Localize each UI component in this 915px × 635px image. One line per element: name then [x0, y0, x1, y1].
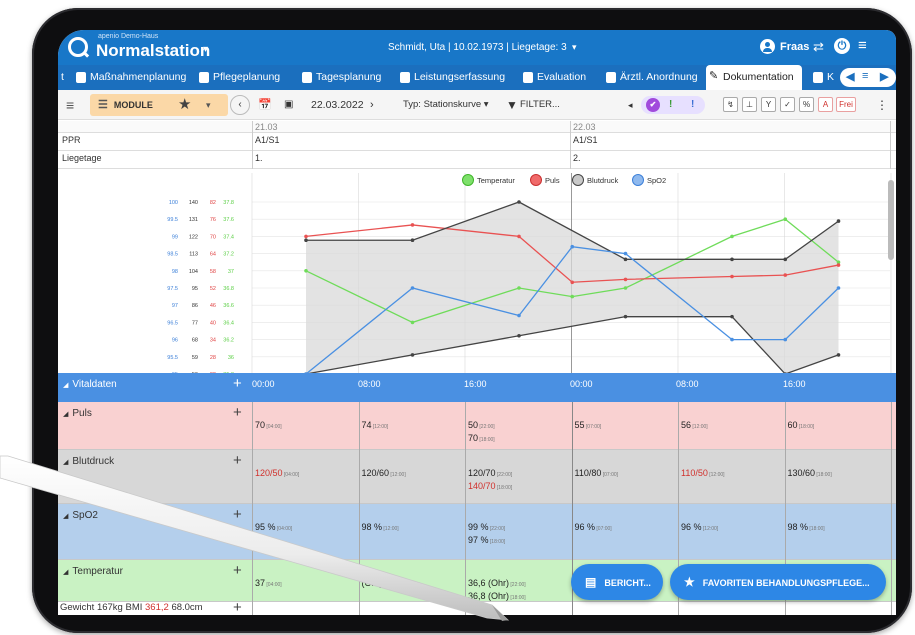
stylus-pencil	[0, 455, 510, 621]
